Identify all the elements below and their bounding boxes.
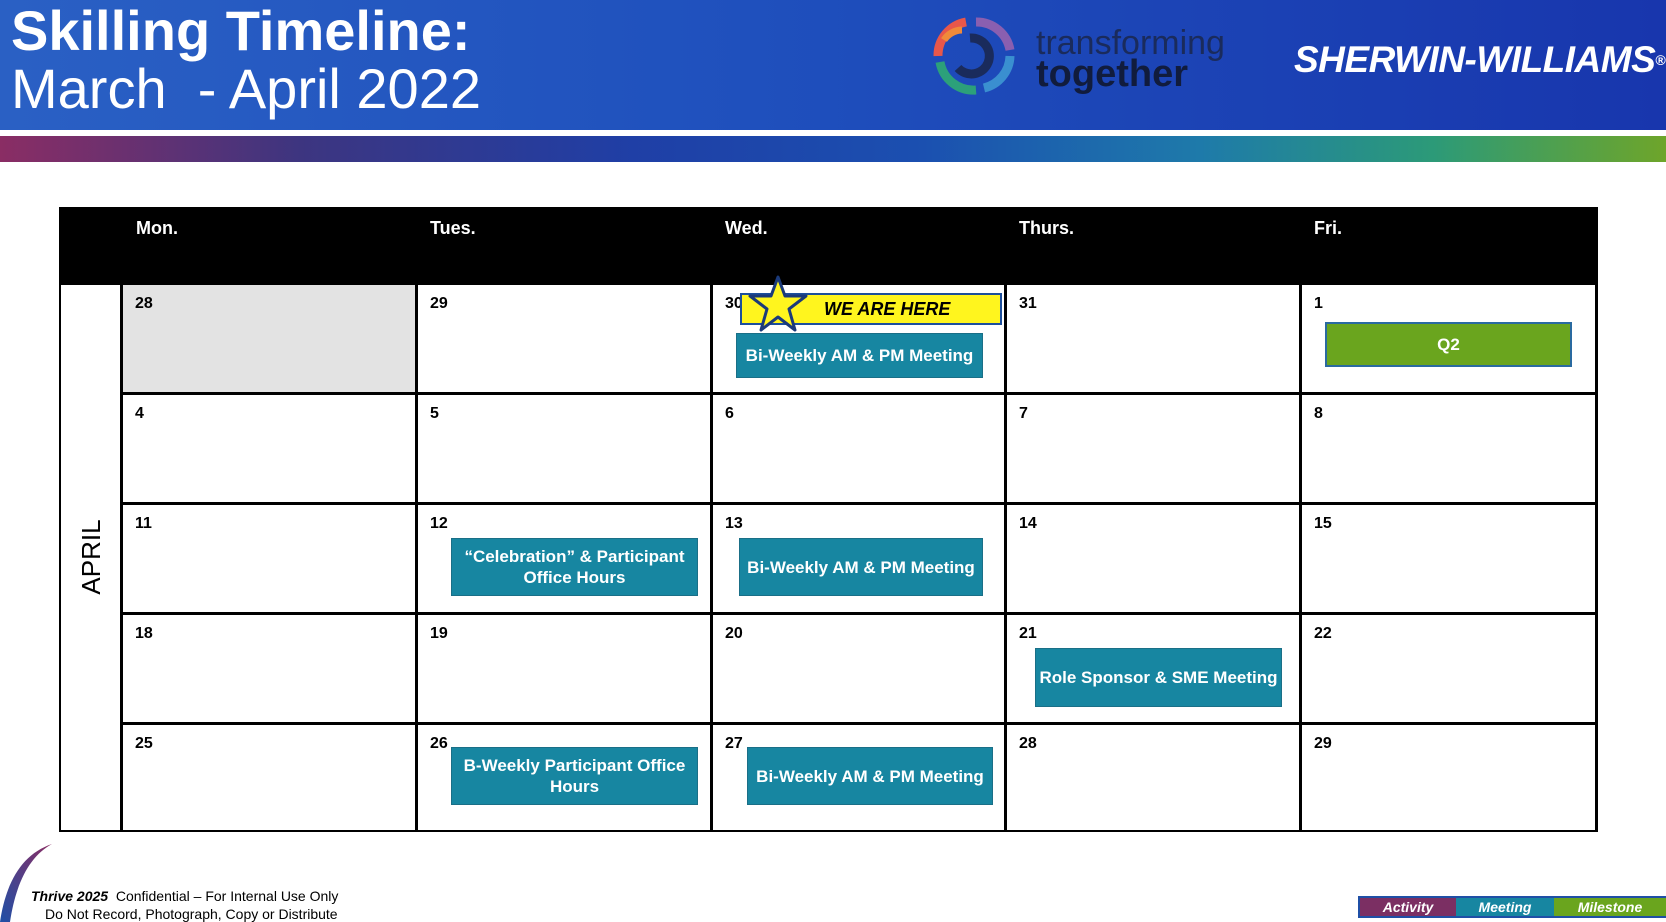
date-number: 4: [135, 405, 144, 422]
date-number: 26: [430, 735, 448, 752]
footer-notice: Do Not Record, Photograph, Copy or Distr…: [45, 906, 338, 922]
day-cell[interactable]: 29: [1302, 725, 1595, 830]
registered-mark: ®: [1655, 52, 1666, 68]
day-cell[interactable]: 19: [418, 615, 710, 722]
transforming-together-logo: transforming together: [914, 10, 1234, 102]
day-cell[interactable]: 15: [1302, 505, 1595, 612]
legend-meeting: Meeting: [1456, 898, 1554, 916]
date-number: 11: [135, 515, 152, 532]
day-cell[interactable]: 6: [713, 395, 1004, 502]
day-cell[interactable]: 25: [123, 725, 415, 830]
day-cell[interactable]: 11: [123, 505, 415, 612]
day-header-mon: Mon.: [136, 218, 178, 238]
day-header-thu: Thurs.: [1019, 218, 1075, 238]
sherwin-williams-logo: SHERWIN-WILLIAMS®: [1294, 38, 1666, 82]
day-cell[interactable]: 20: [713, 615, 1004, 722]
footer-confidential-text: Confidential – For Internal Use Only: [108, 888, 339, 904]
event-meeting[interactable]: Bi-Weekly AM & PM Meeting: [739, 538, 983, 596]
calendar-header-row: Mon. Tues. Wed. Thurs. Fri.: [59, 207, 1598, 283]
day-cell[interactable]: 31: [1007, 285, 1299, 392]
day-header-tue: Tues.: [430, 218, 476, 238]
header-banner: Skilling Timeline: March - April 2022 tr…: [0, 0, 1666, 130]
date-number: 28: [1019, 735, 1037, 752]
date-number: 5: [430, 405, 439, 422]
logo-text-together: together: [1036, 53, 1188, 95]
day-cell[interactable]: 7: [1007, 395, 1299, 502]
page-subtitle: March - April 2022: [11, 57, 481, 120]
page-title: Skilling Timeline:: [11, 0, 471, 62]
event-milestone[interactable]: Q2: [1325, 322, 1572, 367]
date-number: 12: [430, 515, 448, 532]
day-cell[interactable]: 28: [1007, 725, 1299, 830]
day-header-fri: Fri.: [1314, 218, 1343, 238]
sherwin-williams-wordmark: SHERWIN-WILLIAMS: [1294, 39, 1656, 80]
day-cell[interactable]: 29: [418, 285, 710, 392]
date-number: 7: [1019, 405, 1028, 422]
day-cell[interactable]: 8: [1302, 395, 1595, 502]
day-cell[interactable]: 5: [418, 395, 710, 502]
header-color-stripe: [0, 136, 1666, 162]
event-meeting[interactable]: B-Weekly Participant Office Hours: [451, 747, 698, 805]
date-number: 28: [135, 295, 153, 312]
date-number: 13: [725, 515, 743, 532]
day-cell[interactable]: 14: [1007, 505, 1299, 612]
date-number: 6: [725, 405, 734, 422]
star-icon: [748, 275, 808, 332]
footer-confidential: Thrive 2025 Confidential – For Internal …: [31, 888, 338, 904]
day-cell[interactable]: 4: [123, 395, 415, 502]
legend: Activity Meeting Milestone: [1358, 896, 1666, 918]
date-number: 1: [1314, 295, 1323, 312]
transforming-together-arrows-icon: [933, 17, 1015, 95]
date-number: 29: [1314, 735, 1332, 752]
day-cell[interactable]: 22: [1302, 615, 1595, 722]
date-number: 15: [1314, 515, 1332, 532]
date-number: 14: [1019, 515, 1037, 532]
month-label: APRIL: [76, 519, 106, 595]
day-header-wed: Wed.: [725, 218, 768, 238]
legend-activity: Activity: [1360, 898, 1456, 916]
day-cell[interactable]: 18: [123, 615, 415, 722]
event-meeting[interactable]: Bi-Weekly AM & PM Meeting: [747, 747, 993, 805]
date-number: 8: [1314, 405, 1323, 422]
date-number: 27: [725, 735, 743, 752]
date-number: 21: [1019, 625, 1037, 642]
date-number: 29: [430, 295, 448, 312]
date-number: 20: [725, 625, 743, 642]
date-number: 31: [1019, 295, 1037, 312]
event-meeting[interactable]: Bi-Weekly AM & PM Meeting: [736, 333, 983, 378]
date-number: 19: [430, 625, 448, 642]
day-cell[interactable]: 28: [123, 285, 415, 392]
date-number: 22: [1314, 625, 1332, 642]
event-meeting[interactable]: “Celebration” & Participant Office Hours: [451, 538, 698, 596]
date-number: 25: [135, 735, 153, 752]
footer-brand: Thrive 2025: [31, 888, 109, 904]
month-column: APRIL: [61, 285, 120, 830]
event-meeting[interactable]: Role Sponsor & SME Meeting: [1035, 648, 1282, 707]
legend-milestone: Milestone: [1554, 898, 1666, 916]
date-number: 18: [135, 625, 153, 642]
